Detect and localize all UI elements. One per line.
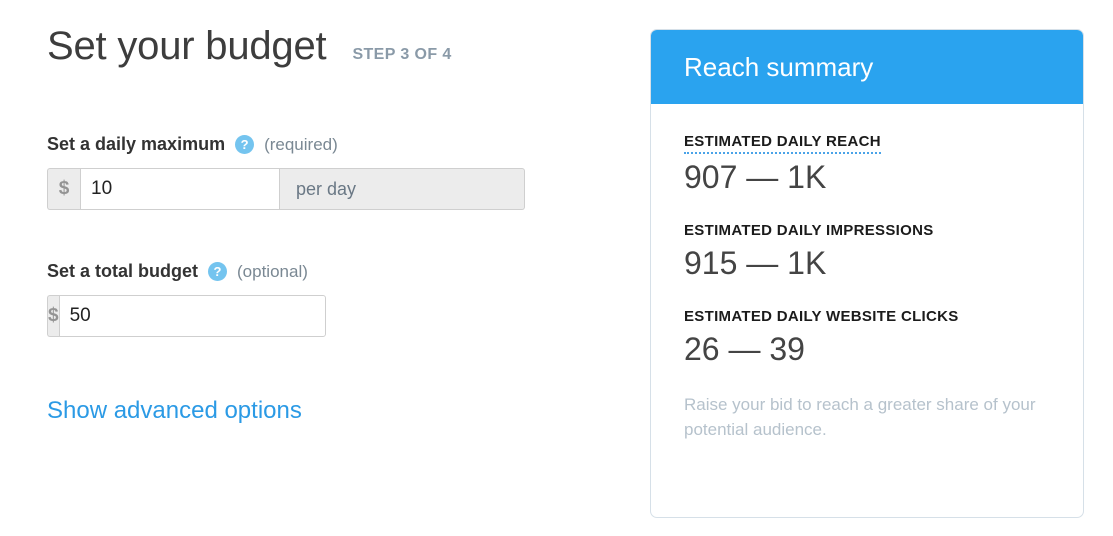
per-day-suffix-addon: per day xyxy=(280,168,525,210)
question-mark-icon[interactable]: ? xyxy=(208,262,228,281)
budget-form-column: Set your budget STEP 3 OF 4 Set a daily … xyxy=(47,0,607,425)
show-advanced-options-link[interactable]: Show advanced options xyxy=(47,397,302,425)
reach-summary-body: ESTIMATED DAILY REACH 907 — 1K ESTIMATED… xyxy=(651,104,1083,443)
currency-prefix-addon: $ xyxy=(47,168,80,210)
stat-label[interactable]: ESTIMATED DAILY REACH xyxy=(684,133,881,154)
stat-estimated-daily-impressions: ESTIMATED DAILY IMPRESSIONS 915 — 1K xyxy=(684,222,1050,282)
stat-value: 26 — 39 xyxy=(684,330,805,367)
daily-maximum-requirement: (required) xyxy=(264,134,338,154)
step-indicator: STEP 3 OF 4 xyxy=(352,46,452,63)
reach-summary-card: Reach summary ESTIMATED DAILY REACH 907 … xyxy=(650,29,1084,518)
daily-maximum-label: Set a daily maximum xyxy=(47,134,226,154)
total-budget-label: Set a total budget xyxy=(47,261,199,281)
total-budget-field-group: Set a total budget ? (optional) $ xyxy=(47,261,607,337)
question-mark-icon[interactable]: ? xyxy=(235,135,255,154)
daily-maximum-input[interactable] xyxy=(80,168,280,210)
reach-summary-title: Reach summary xyxy=(684,51,874,82)
total-budget-label-row: Set a total budget ? (optional) xyxy=(47,261,607,282)
stat-value: 907 — 1K xyxy=(684,159,827,195)
daily-maximum-field-group: Set a daily maximum ? (required) $ per d… xyxy=(47,134,607,210)
page-title: Set your budget xyxy=(47,24,327,68)
total-budget-input-group: $ xyxy=(47,295,326,337)
total-budget-requirement: (optional) xyxy=(237,261,308,281)
stat-estimated-daily-reach: ESTIMATED DAILY REACH 907 — 1K xyxy=(684,133,1050,196)
reach-summary-note: Raise your bid to reach a greater share … xyxy=(684,395,1036,440)
stat-label: ESTIMATED DAILY WEBSITE CLICKS xyxy=(684,307,959,325)
daily-maximum-label-row: Set a daily maximum ? (required) xyxy=(47,134,607,155)
currency-prefix-addon: $ xyxy=(47,295,59,337)
stat-estimated-daily-website-clicks: ESTIMATED DAILY WEBSITE CLICKS 26 — 39 xyxy=(684,308,1050,368)
stat-value: 915 — 1K xyxy=(684,244,827,281)
total-budget-input[interactable] xyxy=(58,295,326,337)
page-header: Set your budget STEP 3 OF 4 xyxy=(47,24,607,68)
reach-summary-header: Reach summary xyxy=(651,30,1083,104)
daily-maximum-input-group: $ per day xyxy=(47,168,525,210)
stat-label: ESTIMATED DAILY IMPRESSIONS xyxy=(684,221,934,239)
